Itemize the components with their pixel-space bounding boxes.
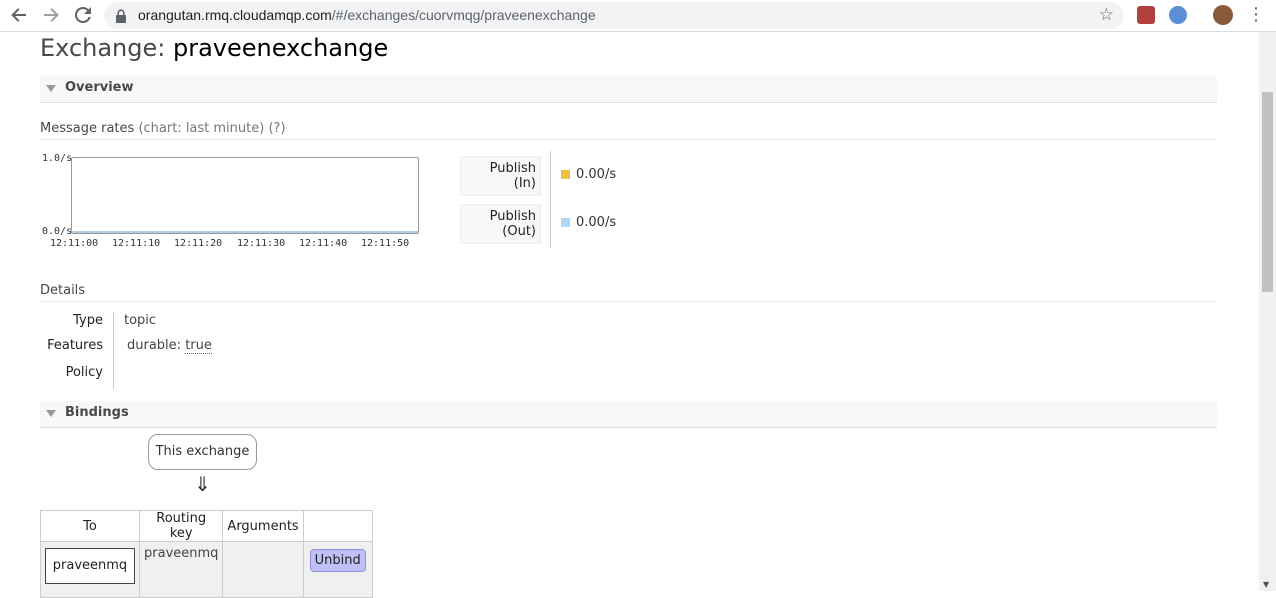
chart-x-tick: 12:11:50 xyxy=(361,238,410,249)
address-bar[interactable]: orangutan.rmq.cloudamqp.com/#/exchanges/… xyxy=(104,2,1124,29)
collapse-triangle-icon xyxy=(46,410,56,417)
publish-in-swatch xyxy=(561,170,570,179)
table-row: praveenmq praveenmq Unbind xyxy=(40,541,373,598)
chart-y-min-label: 0.0/s xyxy=(42,226,73,237)
chart-x-tick: 12:11:20 xyxy=(174,238,223,249)
help-link[interactable]: (?) xyxy=(268,121,285,136)
pdf-extension-icon[interactable] xyxy=(1137,6,1155,24)
chart-range-link[interactable]: (chart: last minute) xyxy=(138,121,264,136)
routing-key-cell: praveenmq xyxy=(138,541,224,598)
page-title: Exchange: praveenexchange xyxy=(40,34,389,62)
chart-x-tick: 12:11:10 xyxy=(112,238,161,249)
scrollbar-thumb[interactable] xyxy=(1262,92,1273,292)
chart-x-tick: 12:11:30 xyxy=(237,238,286,249)
features-key: Features xyxy=(47,338,103,353)
column-header-to: To xyxy=(40,510,140,542)
binding-destination-link[interactable]: praveenmq xyxy=(45,548,135,584)
publish-out-rate: 0.00/s xyxy=(576,215,617,230)
url-text: orangutan.rmq.cloudamqp.com/#/exchanges/… xyxy=(138,7,596,23)
type-key: Type xyxy=(73,313,103,328)
browser-toolbar: orangutan.rmq.cloudamqp.com/#/exchanges/… xyxy=(0,0,1276,32)
bindings-section-header[interactable]: Bindings xyxy=(40,401,1217,428)
features-value: durable: true xyxy=(127,338,212,354)
exchange-name: praveenexchange xyxy=(173,34,389,62)
page-scrollbar[interactable]: ▼ xyxy=(1259,32,1276,591)
chart-y-max-label: 1.0/s xyxy=(42,153,73,164)
arguments-cell xyxy=(222,541,304,598)
this-exchange-node: This exchange xyxy=(148,434,257,470)
bindings-table: To Routing key Arguments praveenmq prave… xyxy=(40,510,373,598)
chart-x-tick: 12:11:00 xyxy=(50,238,99,249)
lock-icon xyxy=(116,8,126,23)
publish-in-rate: 0.00/s xyxy=(576,167,617,182)
unbind-button[interactable]: Unbind xyxy=(309,549,366,572)
publish-out-series-line xyxy=(72,231,418,233)
column-header-action xyxy=(302,510,373,542)
publish-out-swatch xyxy=(561,218,570,227)
table-header-row: To Routing key Arguments xyxy=(40,510,373,542)
rates-divider xyxy=(550,151,551,248)
reload-icon[interactable] xyxy=(71,4,95,26)
scroll-down-icon[interactable]: ▼ xyxy=(1263,580,1269,589)
policy-key: Policy xyxy=(65,365,103,380)
details-heading: Details xyxy=(40,283,1217,302)
profile-avatar[interactable] xyxy=(1213,5,1233,25)
chart-x-tick: 12:11:40 xyxy=(299,238,348,249)
forward-arrow-icon[interactable] xyxy=(39,4,63,26)
overview-section-header[interactable]: Overview xyxy=(40,76,1217,103)
browser-menu-icon[interactable]: ⋮ xyxy=(1247,4,1265,25)
message-rates-heading: Message rates (chart: last minute) (?) xyxy=(40,121,1217,140)
column-header-routing-key: Routing key xyxy=(138,510,224,542)
bookmark-star-icon[interactable]: ☆ xyxy=(1099,5,1114,25)
overview-label: Overview xyxy=(65,80,134,95)
back-arrow-icon[interactable] xyxy=(7,4,31,26)
down-arrow-icon: ⇓ xyxy=(194,472,211,496)
type-value: topic xyxy=(124,313,157,328)
message-rates-chart xyxy=(71,157,419,234)
bindings-label: Bindings xyxy=(65,405,129,420)
collapse-triangle-icon xyxy=(46,85,56,92)
extension-icon[interactable] xyxy=(1169,6,1187,24)
column-header-arguments: Arguments xyxy=(222,510,304,542)
publish-in-label: Publish (In) xyxy=(460,156,541,196)
details-divider xyxy=(113,312,114,389)
durable-value: true xyxy=(185,338,212,354)
publish-out-label: Publish (Out) xyxy=(460,204,541,244)
